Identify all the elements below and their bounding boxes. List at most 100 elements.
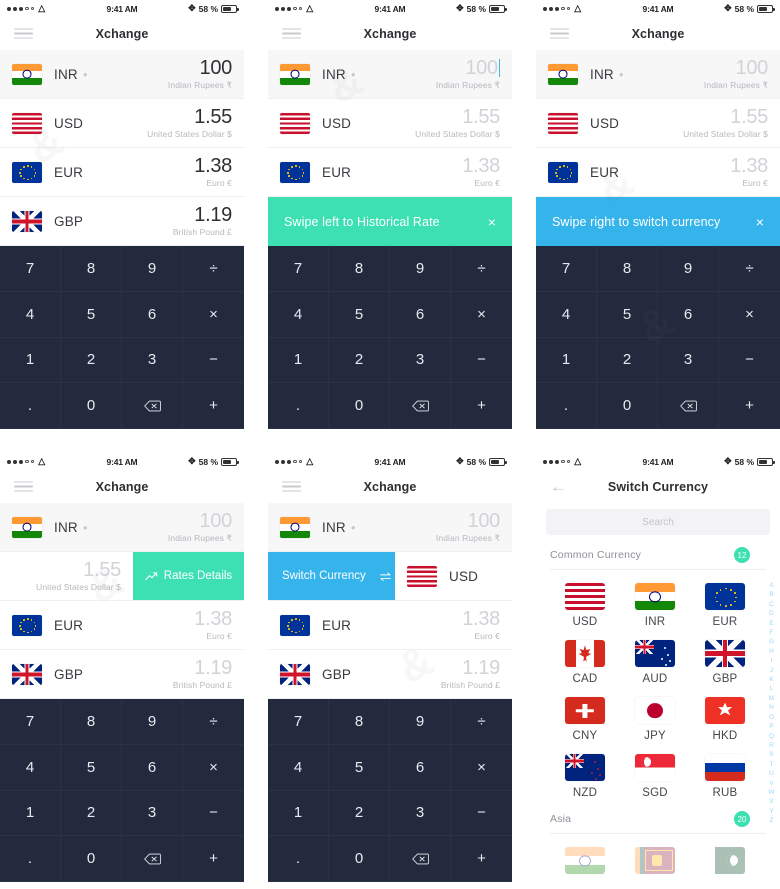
currency-amount[interactable]: 100 bbox=[704, 57, 769, 79]
alpha-index-P[interactable]: P bbox=[769, 722, 773, 731]
currency-amount[interactable]: 1.38 bbox=[462, 609, 500, 630]
currency-row-inr[interactable]: INR ● 100 Indian Rupees ₹ bbox=[268, 503, 512, 552]
keypad-key-÷[interactable]: ÷ bbox=[183, 246, 244, 292]
keypad-key-6[interactable]: 6 bbox=[390, 744, 451, 791]
keypad-key-backspace[interactable] bbox=[658, 383, 719, 429]
alpha-index-E[interactable]: E bbox=[769, 619, 773, 628]
keypad-key-+[interactable]: + bbox=[719, 383, 780, 429]
search-input[interactable]: Search bbox=[546, 509, 770, 535]
currency-row-eur[interactable]: EUR 1.38 Euro € bbox=[0, 148, 244, 197]
currency-amount[interactable]: 1.19 bbox=[173, 658, 232, 679]
keypad-key-9[interactable]: 9 bbox=[390, 246, 451, 292]
keypad-key-5[interactable]: 5 bbox=[61, 744, 122, 791]
keypad-key-backspace[interactable] bbox=[390, 383, 451, 429]
currency-row-inr[interactable]: INR ● 100 Indian Rupees ₹ bbox=[268, 50, 512, 99]
keypad-key-.[interactable]: . bbox=[0, 383, 61, 429]
currency-amount[interactable]: 1.19 bbox=[441, 658, 500, 679]
keypad-key-3[interactable]: 3 bbox=[122, 337, 183, 384]
keypad-key-2[interactable]: 2 bbox=[597, 337, 658, 384]
currency-amount[interactable]: 100 bbox=[168, 510, 233, 532]
keypad-key-1[interactable]: 1 bbox=[0, 790, 61, 837]
keypad-key-.[interactable]: . bbox=[268, 836, 329, 882]
alpha-index-D[interactable]: D bbox=[769, 609, 774, 618]
banner-historical-rate[interactable]: Swipe left to Historical Rate × bbox=[268, 197, 512, 246]
alpha-index-B[interactable]: B bbox=[769, 590, 773, 599]
keypad-key-9[interactable]: 9 bbox=[122, 246, 183, 292]
alpha-index-U[interactable]: U bbox=[769, 769, 774, 778]
close-icon[interactable]: × bbox=[756, 215, 764, 229]
currency-amount[interactable]: 1.38 bbox=[194, 156, 232, 177]
keypad-key-5[interactable]: 5 bbox=[329, 291, 390, 338]
currency-row-inr[interactable]: INR ● 100 Indian Rupees ₹ bbox=[536, 50, 780, 99]
keypad-key-−[interactable]: − bbox=[183, 791, 244, 837]
keypad-key-×[interactable]: × bbox=[719, 292, 780, 338]
keypad-key-0[interactable]: 0 bbox=[329, 836, 390, 882]
keypad-key-6[interactable]: 6 bbox=[122, 291, 183, 338]
alpha-index-H[interactable]: H bbox=[769, 647, 774, 656]
keypad-key-backspace[interactable] bbox=[390, 836, 451, 882]
keypad-key-×[interactable]: × bbox=[183, 292, 244, 338]
keypad-key-×[interactable]: × bbox=[451, 745, 512, 791]
keypad-key-7[interactable]: 7 bbox=[0, 246, 61, 292]
keypad-key-+[interactable]: + bbox=[183, 836, 244, 882]
keypad-key-.[interactable]: . bbox=[268, 383, 329, 429]
alpha-index-V[interactable]: V bbox=[769, 779, 773, 788]
keypad-key-8[interactable]: 8 bbox=[329, 246, 390, 292]
keypad-key-.[interactable]: . bbox=[536, 383, 597, 429]
keypad-key-−[interactable]: − bbox=[451, 338, 512, 384]
keypad-key-+[interactable]: + bbox=[183, 383, 244, 429]
keypad-key-7[interactable]: 7 bbox=[268, 246, 329, 292]
keypad-key-3[interactable]: 3 bbox=[390, 790, 451, 837]
alpha-index-K[interactable]: K bbox=[769, 675, 773, 684]
keypad-key-9[interactable]: 9 bbox=[658, 246, 719, 292]
currency-amount[interactable]: 1.55 bbox=[683, 107, 768, 128]
currency-row-inr[interactable]: INR ● 100 Indian Rupees ₹ bbox=[0, 503, 244, 552]
keypad-key-0[interactable]: 0 bbox=[61, 383, 122, 429]
keypad-key-0[interactable]: 0 bbox=[61, 836, 122, 882]
alpha-index-A[interactable]: A bbox=[769, 581, 773, 590]
alpha-index-I[interactable]: I bbox=[771, 656, 773, 665]
close-icon[interactable]: × bbox=[488, 215, 496, 229]
keypad-key-4[interactable]: 4 bbox=[536, 291, 597, 338]
alpha-index-F[interactable]: F bbox=[770, 628, 774, 637]
keypad-key-backspace[interactable] bbox=[122, 383, 183, 429]
currency-cell-hkd[interactable]: HKD bbox=[690, 692, 760, 744]
keypad-key-7[interactable]: 7 bbox=[536, 246, 597, 292]
alpha-index-G[interactable]: G bbox=[769, 637, 774, 646]
keypad-key-6[interactable]: 6 bbox=[658, 291, 719, 338]
currency-cell-inr[interactable]: INR bbox=[620, 578, 690, 630]
currency-amount-editing[interactable]: 100 bbox=[436, 57, 500, 79]
currency-cell-cny[interactable]: CNY bbox=[550, 692, 620, 744]
currency-amount[interactable]: 100 bbox=[168, 57, 233, 79]
alphabet-index[interactable]: ABCDEFGHIJKLMNOPQRSTUVWXYZ bbox=[766, 581, 777, 826]
alpha-index-J[interactable]: J bbox=[770, 666, 773, 675]
keypad-key-4[interactable]: 4 bbox=[268, 291, 329, 338]
currency-cell[interactable] bbox=[620, 842, 690, 876]
keypad-key-+[interactable]: + bbox=[451, 383, 512, 429]
currency-cell-jpy[interactable]: JPY bbox=[620, 692, 690, 744]
keypad-key-×[interactable]: × bbox=[183, 745, 244, 791]
currency-amount[interactable]: 1.55 bbox=[415, 107, 500, 128]
currency-row-eur[interactable]: EUR 1.38 Euro € bbox=[268, 601, 512, 650]
keypad-key-0[interactable]: 0 bbox=[597, 383, 658, 429]
keypad-key-÷[interactable]: ÷ bbox=[451, 246, 512, 292]
rates-details-button[interactable]: Rates Details bbox=[133, 552, 244, 600]
currency-cell-aud[interactable]: AUD bbox=[620, 635, 690, 687]
currency-row-gbp[interactable]: GBP 1.19 British Pound £ bbox=[0, 197, 244, 246]
keypad-key-1[interactable]: 1 bbox=[536, 337, 597, 384]
keypad-key-+[interactable]: + bbox=[451, 836, 512, 882]
currency-cell-sgd[interactable]: SGD bbox=[620, 749, 690, 801]
keypad-key-−[interactable]: − bbox=[719, 338, 780, 384]
keypad-key-3[interactable]: 3 bbox=[122, 790, 183, 837]
currency-cell[interactable] bbox=[690, 842, 760, 876]
alpha-index-X[interactable]: X bbox=[769, 797, 773, 806]
currency-cell-eur[interactable]: EUR bbox=[690, 578, 760, 630]
currency-cell-cad[interactable]: CAD bbox=[550, 635, 620, 687]
keypad-key-7[interactable]: 7 bbox=[0, 699, 61, 745]
keypad-key-2[interactable]: 2 bbox=[329, 790, 390, 837]
currency-row-gbp[interactable]: GBP 1.19 British Pound £ bbox=[268, 650, 512, 699]
alpha-index-Z[interactable]: Z bbox=[770, 816, 774, 825]
keypad-key-2[interactable]: 2 bbox=[61, 790, 122, 837]
currency-row-usd[interactable]: USD 1.55 United States Dollar $ bbox=[0, 99, 244, 148]
keypad-key-2[interactable]: 2 bbox=[329, 337, 390, 384]
